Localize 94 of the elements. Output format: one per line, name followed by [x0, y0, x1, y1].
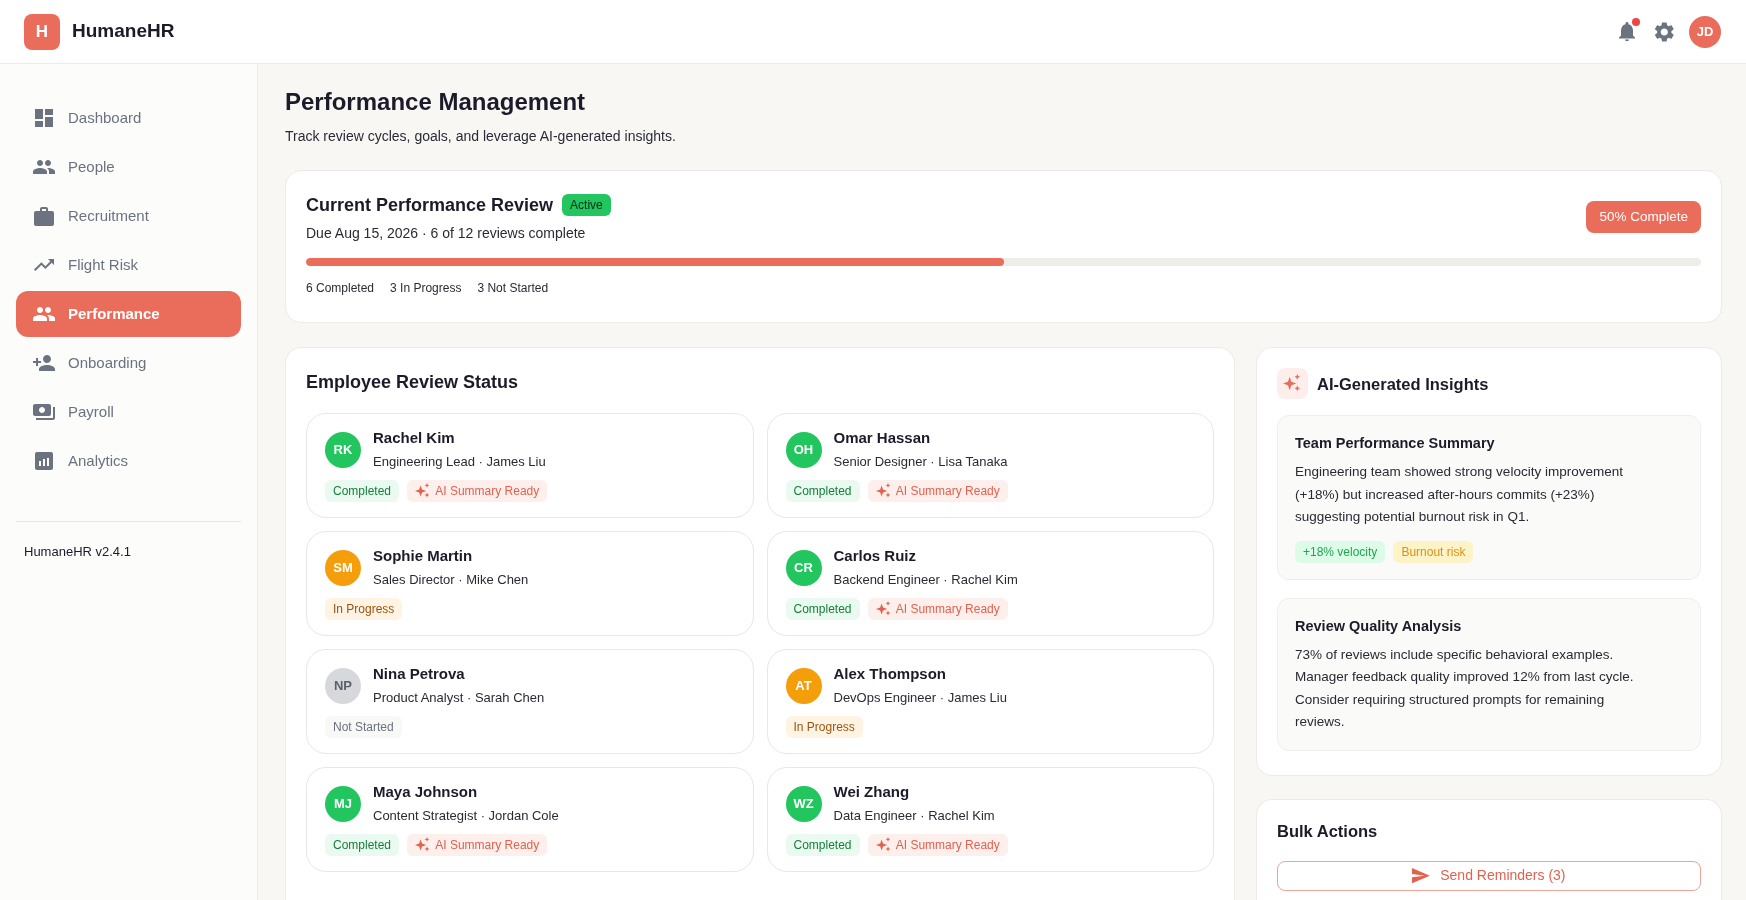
employee-card[interactable]: MJ Maya Johnson Content Strategist · Jordan Cole Completed AI Summary Ready [306, 767, 754, 872]
employee-role: Backend Engineer · Rachel Kim [833, 571, 1018, 589]
employee-card[interactable]: NP Nina Petrova Product Analyst · Sarah Chen Not Started [306, 649, 754, 754]
sparkle-icon [1277, 368, 1308, 399]
employee-card[interactable]: RK Rachel Kim Engineering Lead · James Liu Completed AI Summary Ready [306, 413, 754, 518]
nav-item[interactable]: Recruitment [16, 193, 241, 239]
employee-role: Senior Designer · Lisa Tanaka [833, 453, 1008, 471]
sparkle-icon [875, 483, 891, 499]
section-title: Employee Review Status [306, 371, 520, 394]
insight-text: Engineering team showed strong velocity improvement (+18%) but increased after-hours commits (+23%) suggesting potential burnout risk in Q1. [1295, 463, 1624, 526]
insight-tag: Burnout risk [1393, 540, 1474, 563]
nav-item[interactable]: Analytics [16, 438, 241, 484]
sparkle-icon [875, 601, 891, 617]
user-avatar[interactable]: JD [1689, 15, 1721, 48]
app-name: HumaneHR [72, 19, 175, 44]
employee-role: Product Analyst · Sarah Chen [373, 689, 545, 707]
avatar: CR [785, 550, 822, 586]
employee-role: Sales Director · Mike Chen [373, 571, 529, 589]
ai-summary-text: AI Summary Ready [895, 601, 1000, 618]
status-badge: In Progress [325, 598, 403, 620]
trending-up-icon [34, 259, 54, 271]
review-due-text: Due Aug 15, 2026 · 6 of 12 reviews complete [306, 224, 587, 243]
nav-item[interactable]: People [16, 144, 241, 190]
employee-role: Data Engineer · Rachel Kim [833, 807, 995, 825]
nav-item[interactable]: Performance [16, 291, 241, 337]
ai-summary-text: AI Summary Ready [435, 483, 540, 500]
review-title: Current Performance Review [306, 194, 554, 217]
app-version: HumaneHR v2.4.1 [23, 543, 132, 561]
employee-card[interactable]: WZ Wei Zhang Data Engineer · Rachel Kim Completed AI Summary Ready [766, 767, 1214, 872]
insight-tag: +18% velocity [1295, 540, 1386, 563]
settings-icon [1655, 21, 1674, 42]
insight-text: 73% of reviews include specific behavioral examples. Manager feedback quality improved 12% from last cycle. Consider requiring structured prompts for remaining reviews. [1295, 645, 1635, 731]
avatar: SM [325, 550, 361, 586]
avatar: MJ [325, 786, 361, 822]
sparkle-icon [415, 837, 431, 853]
person-add-icon [33, 355, 55, 371]
nav-item[interactable]: Payroll [16, 389, 241, 435]
status-badge: Completed [325, 480, 400, 502]
review-count: 3 Not Started [477, 280, 549, 296]
settings-button[interactable] [1655, 21, 1674, 42]
employee-role: DevOps Engineer · James Liu [833, 689, 1007, 707]
ai-summary-text: AI Summary Ready [895, 837, 1000, 854]
employee-role: Engineering Lead · James Liu [373, 453, 546, 471]
employee-name: Sophie Martin [373, 546, 474, 566]
send-reminders-button[interactable]: Send Reminders (3) [1277, 860, 1701, 891]
briefcase-icon [34, 206, 54, 226]
review-count: 6 Completed [306, 280, 375, 296]
nav-item[interactable]: Flight Risk [16, 242, 241, 288]
employee-role: Content Strategist · Jordan Cole [373, 807, 559, 825]
cash-icon [33, 404, 55, 420]
employee-card[interactable]: AT Alex Thompson DevOps Engineer · James Liu In Progress [766, 649, 1214, 754]
nav-item[interactable]: Dashboard [16, 95, 241, 141]
employee-name: Carlos Ruiz [833, 546, 917, 566]
employee-name: Nina Petrova [373, 664, 466, 684]
insight-title: Team Performance Summary [1295, 434, 1496, 453]
avatar: RK [325, 432, 361, 468]
avatar: NP [325, 668, 361, 704]
status-badge: Completed [785, 834, 860, 856]
status-badge: Active [562, 194, 611, 216]
employee-name: Wei Zhang [833, 782, 911, 802]
page-subtitle: Track review cycles, goals, and leverage AI-generated insights. [285, 127, 677, 146]
status-badge: Completed [785, 480, 860, 502]
bell-icon [1619, 21, 1636, 42]
employee-name: Maya Johnson [373, 782, 479, 802]
employee-name: Alex Thompson [833, 664, 947, 684]
employee-card[interactable]: CR Carlos Ruiz Backend Engineer · Rachel Kim Completed AI Summary Ready [766, 531, 1214, 636]
employee-name: Omar Hassan [833, 428, 932, 448]
employee-card[interactable]: OH Omar Hassan Senior Designer · Lisa Tanaka Completed AI Summary Ready [766, 413, 1214, 518]
section-title: Bulk Actions [1277, 820, 1379, 842]
people-icon [33, 307, 55, 321]
avatar: WZ [785, 786, 822, 822]
avatar: OH [785, 432, 822, 468]
dashboard-icon [35, 109, 53, 127]
sparkle-icon [875, 837, 891, 853]
employee-card[interactable]: SM Sophie Martin Sales Director · Mike Chen In Progress [306, 531, 754, 636]
section-title: AI-Generated Insights [1317, 373, 1489, 395]
insight-title: Review Quality Analysis [1295, 616, 1463, 636]
status-badge: Completed [785, 598, 860, 620]
nav-item[interactable]: Onboarding [16, 340, 241, 386]
bar-chart-icon [35, 452, 53, 470]
app-logo: H [24, 13, 60, 50]
send-icon [1412, 867, 1431, 884]
sparkle-icon [415, 483, 431, 499]
completion-badge: 50% Complete [1586, 201, 1701, 233]
ai-summary-text: AI Summary Ready [895, 483, 1000, 500]
people-icon [33, 160, 55, 174]
status-badge: Not Started [325, 716, 402, 738]
employee-name: Rachel Kim [373, 428, 456, 448]
review-count: 3 In Progress [390, 280, 462, 296]
page-title: Performance Management [285, 87, 587, 117]
ai-summary-text: AI Summary Ready [435, 837, 540, 854]
status-badge: Completed [325, 834, 400, 856]
status-badge: In Progress [785, 716, 863, 738]
avatar: AT [785, 668, 822, 704]
